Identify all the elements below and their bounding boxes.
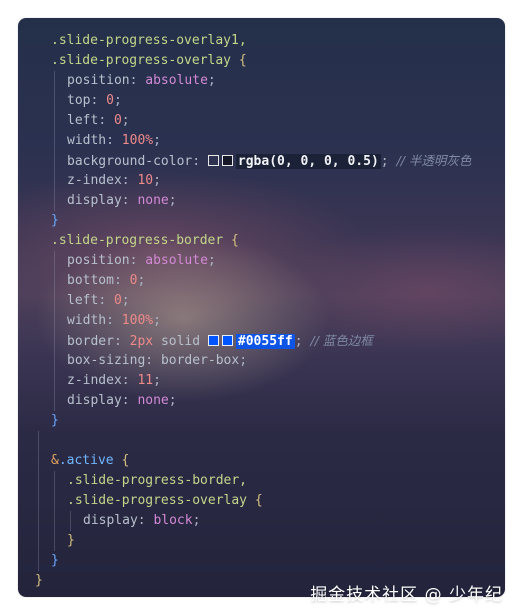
value-border-style: solid	[160, 334, 201, 349]
value-border-width: 2px	[129, 334, 154, 349]
selector-border: .slide-progress-border	[51, 233, 224, 248]
value-display-block: block	[153, 513, 193, 528]
selector-border-nested: .slide-progress-border,	[67, 473, 248, 488]
value-z-index: 10	[137, 173, 154, 188]
code-line-1: .slide-progress-overlay1,	[18, 31, 505, 51]
code-line-24: .slide-progress-overlay {	[18, 491, 505, 511]
code-line-6: width: 100%;	[18, 131, 505, 151]
code-line-8: z-index: 10;	[18, 171, 505, 191]
selector-active: .active	[58, 453, 114, 468]
code-line-27: }	[18, 551, 505, 571]
code-line-23: .slide-progress-border,	[18, 471, 505, 491]
code-line-12: position: absolute;	[18, 251, 505, 271]
code-line-3: position: absolute;	[18, 71, 505, 91]
property-background-color: background-color	[67, 154, 193, 169]
value-absolute: absolute	[145, 253, 208, 268]
code-line-13: bottom: 0;	[18, 271, 505, 291]
property-bottom: bottom	[67, 273, 114, 288]
code-line-2: .slide-progress-overlay {	[51, 53, 247, 68]
selector-overlay-nested: .slide-progress-overlay	[67, 493, 248, 508]
color-swatch-icon[interactable]	[207, 335, 219, 346]
value-left: 0	[113, 293, 122, 308]
property-z-index: z-index	[67, 173, 122, 188]
property-top: top	[67, 93, 91, 108]
watermark-text: 掘金技术社区 @ 少年纪	[310, 585, 503, 605]
value-display: none	[137, 393, 169, 408]
color-swatch-icon[interactable]	[207, 155, 219, 166]
code-line-9: display: none;	[18, 191, 505, 211]
value-rgba-highlight: rgba(0, 0, 0, 0.5)	[235, 154, 381, 169]
value-absolute: absolute	[145, 73, 208, 88]
property-border: border	[67, 334, 114, 349]
value-hex-highlight: #0055ff	[235, 334, 295, 349]
property-width: width	[67, 133, 107, 148]
selector-overlay1: .slide-progress-overlay1,	[51, 33, 247, 48]
code-line-25: display: block;	[18, 511, 505, 531]
code-line-22: &.active {	[18, 451, 505, 471]
comment-blue-border: // 蓝色边框	[310, 333, 373, 348]
code-line-19: display: none;	[18, 391, 505, 411]
selector-overlay: .slide-progress-overlay	[51, 53, 232, 68]
comment-translucent-gray: // 半透明灰色	[396, 153, 472, 168]
value-left: 0	[113, 113, 122, 128]
color-preview-icon[interactable]	[221, 155, 233, 166]
code-block[interactable]: .slide-progress-overlay1, .slide-progres…	[18, 18, 505, 597]
property-width: width	[67, 313, 107, 328]
nesting-ampersand: &	[51, 453, 59, 468]
code-line-18: z-index: 11;	[18, 371, 505, 391]
value-z-index: 11	[137, 373, 154, 388]
code-line-5: left: 0;	[18, 111, 505, 131]
color-preview-icon[interactable]	[221, 335, 233, 346]
code-line-4: top: 0;	[18, 91, 505, 111]
code-line-16: border: 2px solid #0055ff; // 蓝色边框	[18, 331, 505, 351]
property-left: left	[67, 293, 99, 308]
value-box-sizing: border-box	[160, 353, 240, 368]
value-display: none	[137, 193, 169, 208]
property-display: display	[67, 393, 122, 408]
code-line-7: background-color: rgba(0, 0, 0, 0.5); //…	[18, 151, 505, 171]
property-display: display	[67, 193, 122, 208]
property-position: position	[67, 253, 130, 268]
code-line-15: width: 100%;	[18, 311, 505, 331]
code-line-11: .slide-progress-border {	[51, 233, 239, 248]
code-line-14: left: 0;	[18, 291, 505, 311]
value-width: 100%	[121, 133, 154, 148]
code-editor[interactable]: .slide-progress-overlay1, .slide-progres…	[18, 18, 505, 597]
code-line-26: }	[18, 531, 505, 551]
property-z-index: z-index	[67, 373, 122, 388]
code-line-10: }	[51, 213, 59, 228]
code-line-21	[18, 431, 505, 451]
value-width: 100%	[121, 313, 154, 328]
value-top: 0	[106, 93, 114, 108]
code-line-20: }	[51, 413, 59, 428]
property-display: display	[83, 513, 138, 528]
property-box-sizing: box-sizing	[67, 353, 146, 368]
property-left: left	[67, 113, 99, 128]
property-position: position	[67, 73, 130, 88]
code-line-17: box-sizing: border-box;	[18, 351, 505, 371]
